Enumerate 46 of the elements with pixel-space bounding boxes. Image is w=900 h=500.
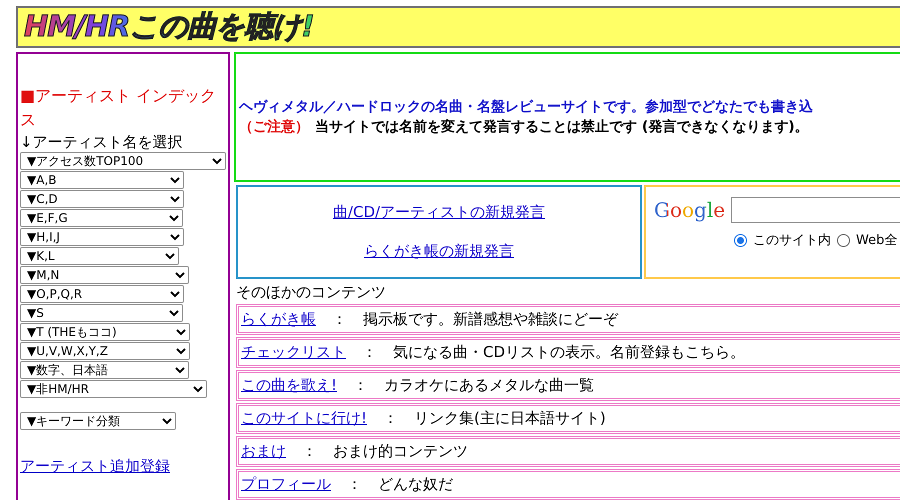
content-link[interactable]: この曲を歌え! bbox=[241, 376, 338, 395]
content-link[interactable]: プロフィール bbox=[241, 475, 331, 494]
notice-label: （ご注意） bbox=[239, 118, 309, 137]
content-description: おまけ的コンテンツ bbox=[333, 442, 468, 461]
artist-select[interactable]: ▼H,I,J bbox=[20, 228, 184, 246]
separator: ： bbox=[353, 376, 368, 395]
add-artist-link[interactable]: アーティスト追加登録 bbox=[20, 457, 170, 476]
artist-select[interactable]: ▼O,P,Q,R bbox=[20, 285, 184, 303]
scope-radio[interactable] bbox=[837, 234, 850, 246]
separator: ： bbox=[302, 442, 317, 461]
content-link[interactable]: らくがき帳 bbox=[241, 310, 316, 329]
intro-text: ヘヴィメタル／ハードロックの名曲・名盤レビューサイトです。参加型でどなたでも書き込 bbox=[239, 98, 814, 117]
artist-select[interactable]: ▼U,V,W,X,Y,Z bbox=[20, 342, 190, 360]
post-link[interactable]: 曲/CD/アーティストの新規発言 bbox=[332, 203, 546, 222]
notice-text: 当サイトでは名前を変えて発言することは禁止です (発言できなくなります)。 bbox=[315, 118, 809, 137]
artist-select[interactable]: ▼K,L bbox=[20, 247, 179, 265]
artist-select[interactable]: ▼T (THEもココ) bbox=[20, 323, 190, 341]
artist-select[interactable]: ▼C,D bbox=[20, 190, 184, 208]
content-description: カラオケにあるメタルな曲一覧 bbox=[384, 376, 594, 395]
artist-select[interactable]: ▼M,N bbox=[20, 266, 189, 284]
sidebar-heading: ■アーティスト インデックス bbox=[20, 85, 218, 131]
artist-select[interactable]: ▼アクセス数TOP100 bbox=[20, 152, 226, 170]
separator: ： bbox=[362, 343, 377, 362]
scope-radio[interactable] bbox=[734, 234, 747, 246]
artist-select[interactable]: ▼E,F,G bbox=[20, 209, 183, 227]
separator: ： bbox=[347, 475, 362, 494]
contents-heading: そのほかのコンテンツ bbox=[236, 283, 387, 302]
separator: ： bbox=[383, 409, 398, 428]
artist-select[interactable]: ▼A,B bbox=[20, 171, 184, 189]
post-link[interactable]: らくがき帳の新規発言 bbox=[364, 242, 514, 261]
content-link[interactable]: このサイトに行け! bbox=[241, 409, 368, 428]
content-link[interactable]: おまけ bbox=[241, 442, 286, 461]
scope-label: このサイト内 bbox=[753, 232, 831, 249]
content-description: どんな奴だ bbox=[378, 475, 453, 494]
content-description: 掲示板です。新譜感想や雑談にどーぞ bbox=[363, 310, 618, 329]
artist-select[interactable]: ▼数字、日本語 bbox=[20, 361, 189, 379]
content-description: リンク集(主に日本語サイト) bbox=[414, 409, 606, 428]
select-prompt: ↓アーティスト名を選択 bbox=[20, 132, 184, 152]
scope-label: Web全 bbox=[856, 232, 898, 249]
content-description: 気になる曲・CDリストの表示。名前登録もこちら。 bbox=[393, 343, 746, 362]
search-field[interactable] bbox=[731, 197, 900, 223]
artist-select[interactable]: ▼非HM/HR bbox=[20, 380, 207, 398]
keyword-select[interactable]: ▼キーワード分類 bbox=[20, 412, 176, 430]
content-link[interactable]: チェックリスト bbox=[241, 343, 346, 362]
separator: ： bbox=[332, 310, 347, 329]
artist-select[interactable]: ▼S bbox=[20, 304, 183, 322]
